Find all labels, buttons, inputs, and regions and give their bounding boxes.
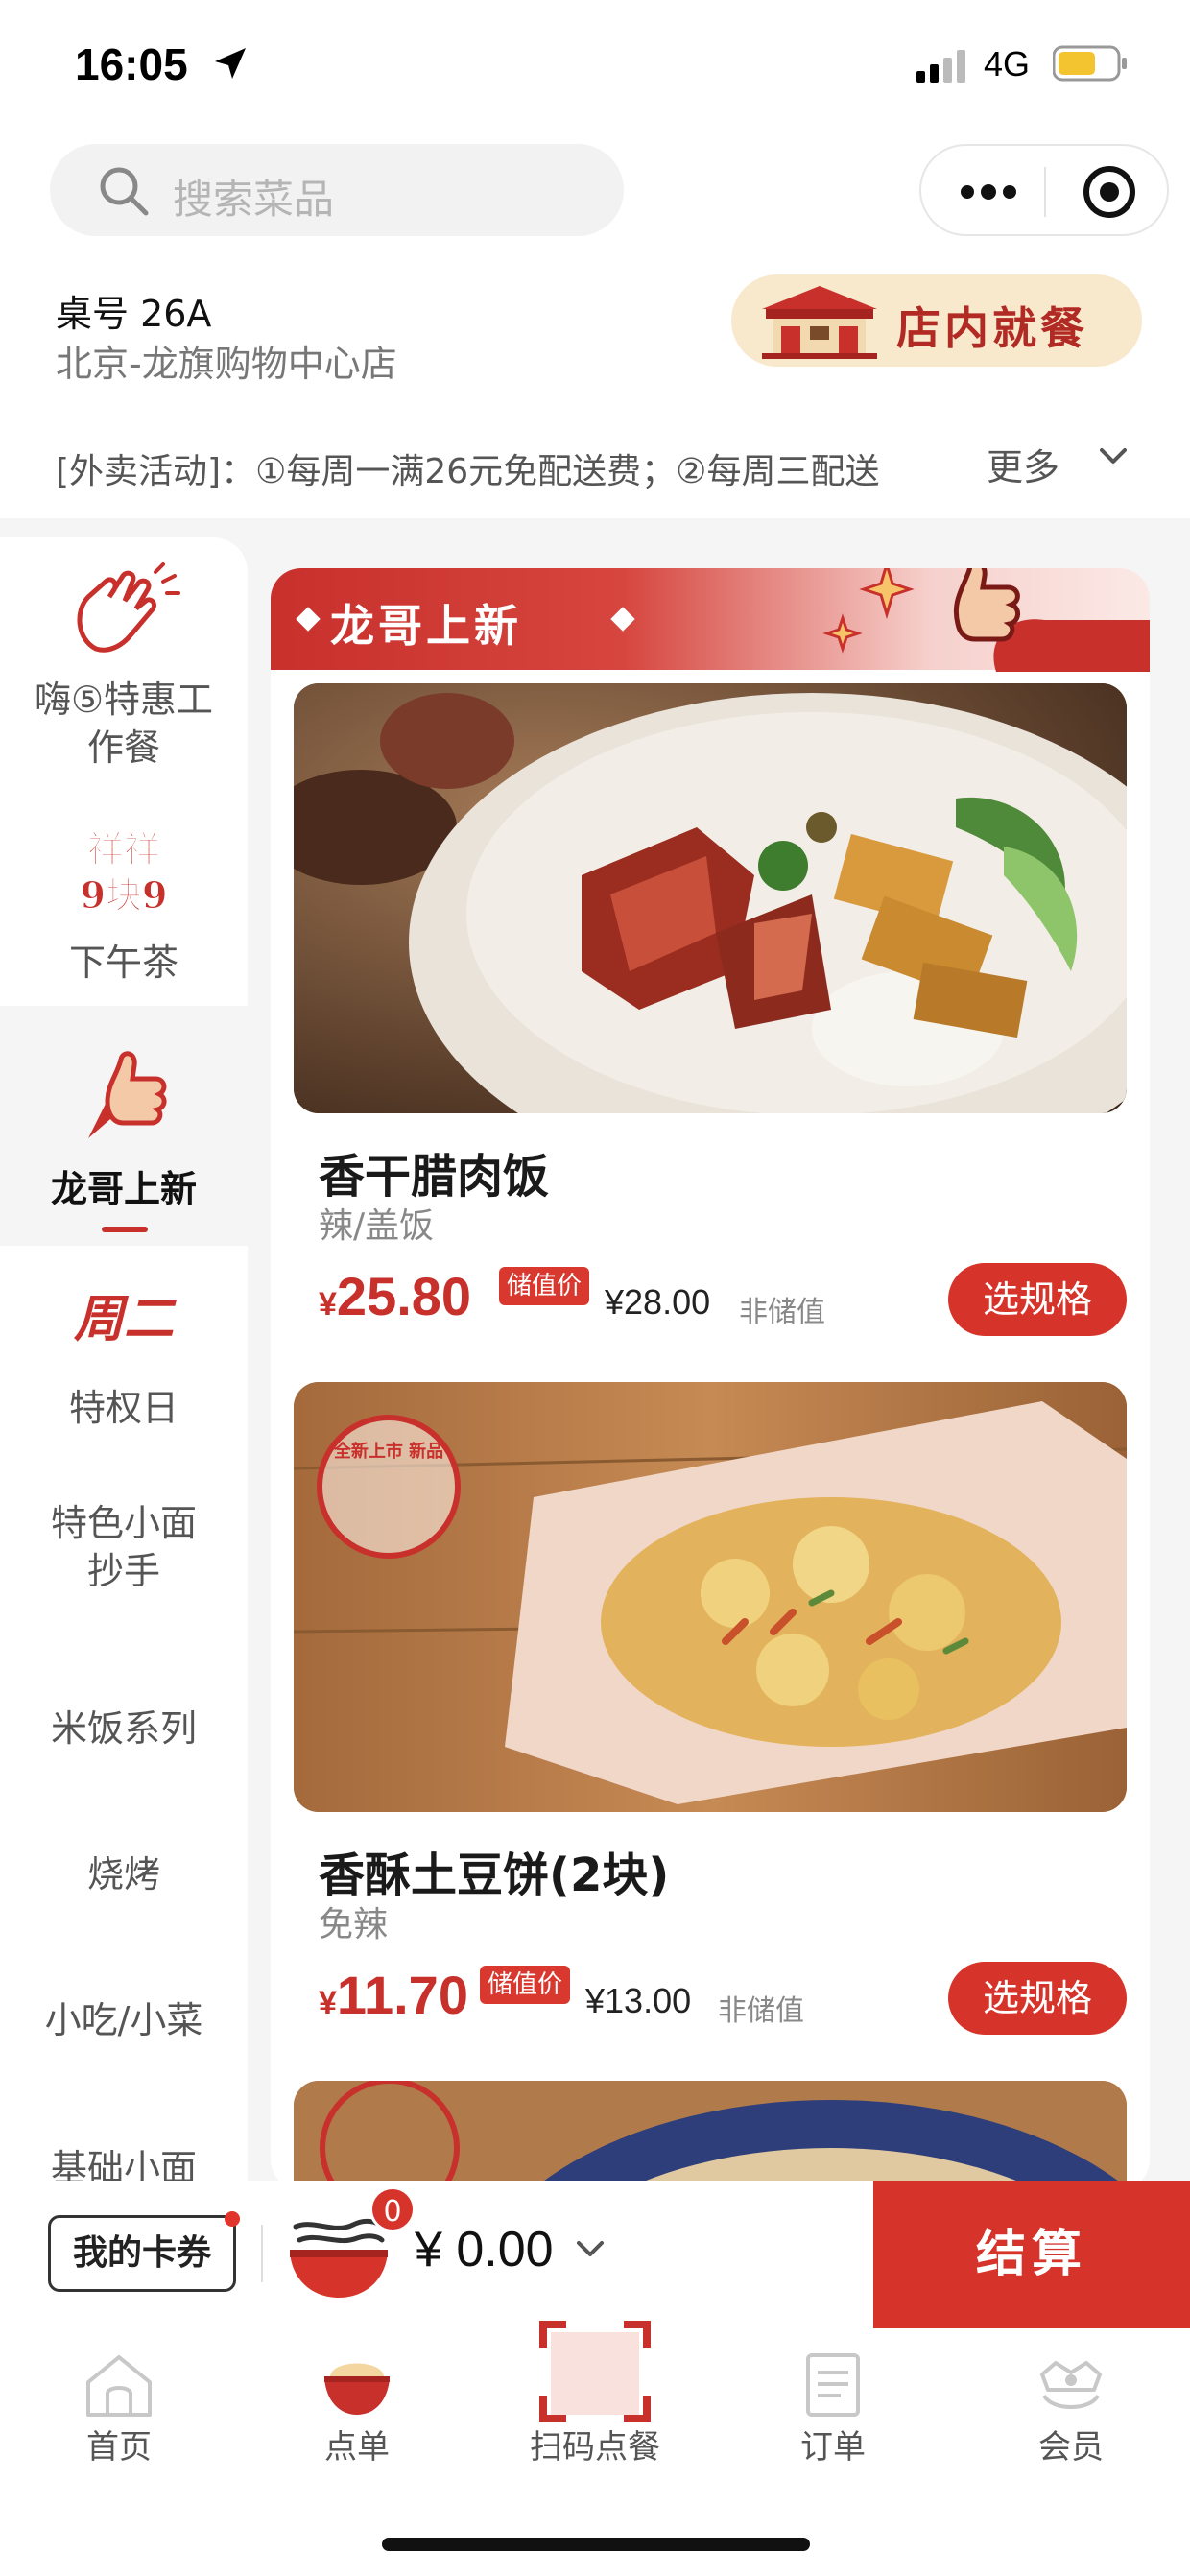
sidebar-item-label: 嗨⑤特惠工作餐: [34, 679, 214, 769]
home-indicator: [382, 2538, 810, 2551]
sidebar-item-bbq[interactable]: 烧烤: [0, 1845, 248, 1902]
regular-price-label: 非储值: [739, 1296, 825, 1329]
scan-icon: [539, 2321, 651, 2422]
checkout-button[interactable]: 结算: [873, 2181, 1190, 2328]
sidebar-item-label: 特权日: [68, 1387, 178, 1429]
capsule-divider: [1044, 167, 1046, 217]
select-spec-button[interactable]: 选规格: [948, 1962, 1127, 2035]
sidebar-item-label: 下午茶: [68, 942, 178, 984]
tab-label: 会员: [1038, 2428, 1104, 2467]
tuesday-icon: 周二: [73, 1290, 177, 1348]
rice-with-cured-meat-photo: [294, 683, 1127, 1113]
my-coupons-button[interactable]: 我的卡券: [48, 2215, 236, 2292]
new-badge-text: 全新上市 新品: [333, 1442, 444, 1462]
dish-image[interactable]: [294, 2081, 1127, 2190]
table-number: 桌号 26A: [56, 293, 212, 335]
search-icon: [100, 167, 149, 216]
banner-diamond-icon: [296, 607, 321, 632]
clapping-hands-icon: [77, 562, 180, 653]
dish-name: 香干腊肉饭: [319, 1150, 550, 1204]
sidebar-item-noodles-wonton[interactable]: 特色小面 抄手: [0, 1499, 248, 1605]
cart-total: ¥ 0.00: [415, 2222, 554, 2278]
sidebar-item-workmeal[interactable]: 嗨⑤特惠工作餐: [0, 562, 248, 793]
member-icon: [1040, 2361, 1102, 2409]
cart-divider: [261, 2225, 263, 2282]
tab-scan-order[interactable]: 扫码点餐: [476, 2321, 714, 2501]
cart-bar: 我的卡券 0 ¥ 0.00 结算: [0, 2181, 1190, 2328]
active-indicator: [102, 1227, 148, 1232]
dish-name: 香酥土豆饼(2块): [319, 1849, 670, 1902]
dish-image[interactable]: 全新上市 新品: [294, 1382, 1127, 1812]
miniprogram-capsule: [919, 144, 1169, 236]
search-placeholder: 搜索菜品: [173, 176, 335, 223]
dish-tag: 免辣: [319, 1905, 389, 1944]
menu-list: 龙哥上新 香干腊肉饭 辣/盖饭 ¥25.80 储值价 ¥28.00 非储值 选规…: [271, 568, 1150, 2190]
cart-count-badge: 0: [369, 2186, 416, 2232]
storefront-icon: [762, 286, 877, 359]
stored-value-badge: 储值价: [480, 1966, 571, 2004]
svg-text:周二: 周二: [73, 1290, 177, 1348]
store-name[interactable]: 北京-龙旗购物中心店: [56, 334, 397, 387]
sidebar-item-new[interactable]: 龙哥上新: [0, 1046, 248, 1238]
search-input[interactable]: 搜索菜品: [50, 144, 624, 236]
xiangxiang-99-icon: 祥祥 9块9: [80, 827, 168, 918]
bowl-icon: [324, 2363, 390, 2415]
sidebar-item-label: 龙哥上新: [50, 1168, 197, 1210]
svg-text:祥祥: 祥祥: [87, 827, 160, 871]
promo-text: [外卖活动]：①每周一满26元免配送费；②每周三配送: [56, 452, 880, 491]
chevron-down-icon[interactable]: [576, 2240, 605, 2259]
tab-label: 扫码点餐: [530, 2428, 660, 2467]
dish-tag: 辣/盖饭: [319, 1206, 435, 1246]
chevron-down-icon[interactable]: [1099, 447, 1128, 466]
home-icon: [86, 2355, 152, 2417]
thumbs-up-mascot-icon: [954, 568, 1150, 672]
battery-icon: [1053, 45, 1127, 82]
dish-image[interactable]: [294, 683, 1127, 1113]
svg-text:9块9: 9块9: [81, 873, 168, 917]
tab-member[interactable]: 会员: [952, 2328, 1190, 2501]
section-title: 龙哥上新: [330, 600, 522, 652]
regular-price-label: 非储值: [718, 1994, 804, 2028]
new-product-badge: 全新上市 新品: [317, 1415, 461, 1559]
status-bar: 16:05 4G: [0, 0, 1190, 134]
stored-value-badge: 储值价: [499, 1267, 590, 1305]
tab-order-food[interactable]: 点单: [238, 2328, 476, 2501]
dine-in-label: 店内就餐: [896, 302, 1088, 354]
tab-home[interactable]: 首页: [0, 2328, 238, 2501]
dine-in-button[interactable]: 店内就餐: [731, 274, 1142, 367]
sidebar-item-privilege-day[interactable]: 周二 特权日: [0, 1286, 248, 1449]
close-miniprogram-icon[interactable]: [1081, 163, 1138, 221]
coupon-notification-dot: [225, 2211, 240, 2227]
sidebar-item-afternoon-tea[interactable]: 祥祥 9块9 下午茶: [0, 825, 248, 989]
banner-diamond-icon: [610, 607, 635, 632]
tab-label: 首页: [86, 2428, 152, 2467]
network-label: 4G: [984, 44, 1031, 83]
select-spec-button[interactable]: 选规格: [948, 1263, 1127, 1336]
stored-value-price: ¥25.80: [319, 1266, 472, 1326]
regular-price: ¥28.00: [605, 1282, 711, 1322]
more-icon[interactable]: [960, 179, 1019, 205]
tab-orders[interactable]: 订单: [714, 2328, 952, 2501]
category-sidebar: 嗨⑤特惠工作餐 祥祥 9块9 下午茶 龙哥上新 周二 特权日 特色小面 抄手 米…: [0, 537, 248, 2206]
signal-icon: [916, 50, 965, 83]
sidebar-item-snacks[interactable]: 小吃/小菜: [0, 1991, 248, 2048]
status-time: 16:05: [75, 39, 188, 89]
location-arrow-icon: [215, 48, 246, 79]
tab-label: 点单: [324, 2428, 390, 2467]
order-icon: [806, 2353, 860, 2417]
regular-price: ¥13.00: [585, 1981, 692, 2020]
thumbs-up-icon: [88, 1051, 167, 1138]
sidebar-item-rice[interactable]: 米饭系列: [0, 1699, 248, 1756]
stored-value-price: ¥11.70: [319, 1965, 468, 2025]
dish-photo: [294, 2081, 1127, 2190]
section-banner: 龙哥上新: [271, 568, 1150, 672]
promo-more-label[interactable]: 更多: [987, 438, 1059, 490]
tab-label: 订单: [800, 2428, 866, 2467]
